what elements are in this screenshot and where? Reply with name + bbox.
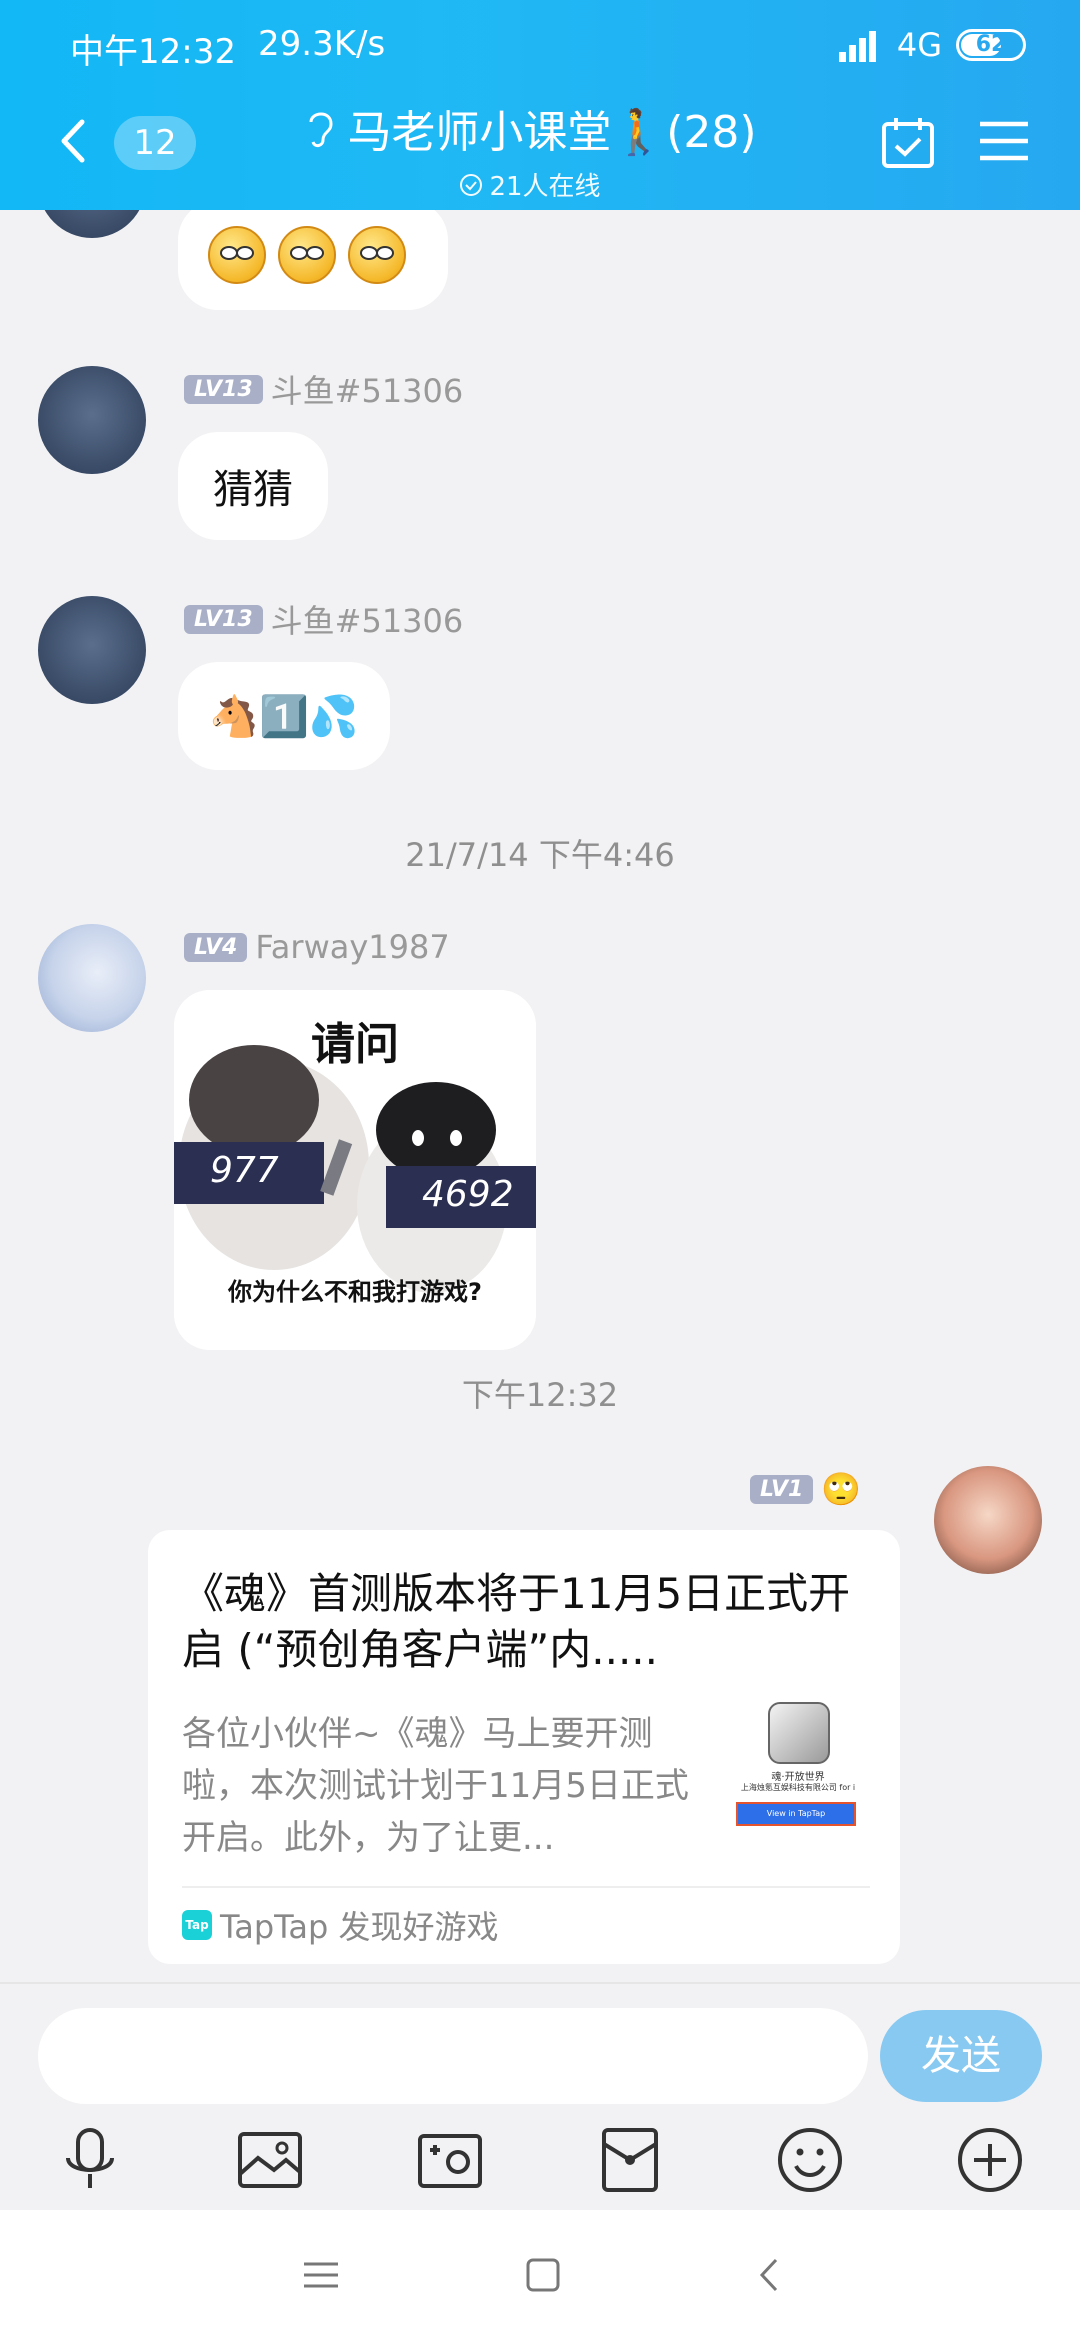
smile-emoji-icon: [278, 226, 336, 284]
message-input[interactable]: [38, 2008, 868, 2104]
sender-name[interactable]: Farway1987: [255, 928, 449, 966]
card-source: Tap TapTap 发现好游戏: [182, 1902, 499, 1948]
toolbar: [0, 2124, 1080, 2204]
chat-header: 中午12:32 29.3K/s 4G 62 12 马老师小课堂🚶(28) 21人…: [0, 0, 1080, 210]
sticker-top-text: 请问: [311, 1019, 399, 1070]
sender-meta: LV13 斗鱼#51306: [184, 366, 463, 412]
emoji-icon[interactable]: [774, 2124, 846, 2196]
status-right: 4G 62: [838, 26, 1026, 64]
sender-name[interactable]: 斗鱼#51306: [271, 366, 464, 412]
sender-avatar[interactable]: [38, 366, 146, 474]
calendar-check-icon[interactable]: [880, 114, 936, 170]
home-icon[interactable]: [518, 2250, 568, 2300]
network-label: 4G: [896, 26, 942, 64]
plus-icon[interactable]: [954, 2124, 1026, 2196]
online-check-icon: [460, 173, 483, 196]
sticker-right-number: 4692: [422, 1174, 514, 1215]
smile-emoji-icon: [208, 226, 266, 284]
sticker-image[interactable]: 请问 977 4692 你为什么不和我打游戏?: [174, 990, 536, 1350]
game-logo-image: [768, 1702, 830, 1764]
level-badge: LV13: [184, 604, 263, 634]
message-text: 🐴1️⃣💦: [209, 693, 359, 740]
level-badge: LV4: [184, 932, 248, 962]
send-button[interactable]: 发送: [880, 2010, 1042, 2102]
level-badge: LV1: [750, 1474, 814, 1504]
eye-roll-emoji-icon: 🙄: [821, 1470, 862, 1508]
sender-avatar[interactable]: [38, 924, 146, 1032]
sender-avatar[interactable]: [38, 210, 146, 238]
link-share-card[interactable]: 《魂》首测版本将于11月5日正式开启 (“预创角客户端”内..... 各位小伙伴…: [148, 1530, 900, 1964]
chat-title: 马老师小课堂🚶(28): [347, 107, 757, 158]
time-separator: 21/7/14 下午4:46: [405, 836, 675, 874]
card-description: 各位小伙伴~《魂》马上要开测啦，本次测试计划于11月5日正式开启。此外，为了让更…: [182, 1714, 689, 1858]
sender-name[interactable]: 斗鱼#51306: [271, 596, 464, 642]
online-count: 21人在线: [489, 172, 601, 202]
battery-icon: 62: [956, 29, 1026, 61]
card-title: 《魂》首测版本将于11月5日正式开启 (“预创角客户端”内.....: [182, 1569, 851, 1674]
message-list[interactable]: LV13 斗鱼#51306 猜猜 LV13 斗鱼#51306 🐴1️⃣💦 21/…: [0, 210, 1080, 1980]
back-icon[interactable]: [744, 2250, 794, 2300]
card-thumbnail: 魂·开放世界 上海烛氪互娱科技有限公司 for i View in TapTap: [728, 1702, 868, 1842]
chat-title-area[interactable]: 马老师小课堂🚶(28) 21人在线: [270, 96, 790, 203]
signal-icon: [838, 28, 883, 62]
menu-icon[interactable]: [978, 118, 1030, 164]
status-bar: 中午12:32 29.3K/s 4G 62: [0, 0, 1080, 90]
my-avatar[interactable]: [934, 1466, 1042, 1574]
level-badge: LV13: [184, 374, 263, 404]
recent-apps-icon[interactable]: [296, 2250, 346, 2300]
thumb-taptap-button: View in TapTap: [736, 1802, 856, 1826]
smile-emoji-icon: [348, 226, 406, 284]
sticker-left-number: 977: [210, 1150, 279, 1191]
thumb-text-2: 上海烛氪互娱科技有限公司 for i: [740, 1783, 856, 1792]
mic-icon[interactable]: [54, 2124, 126, 2196]
sender-meta: LV4 Farway1987: [184, 928, 450, 966]
sticker-caption: 你为什么不和我打游戏?: [228, 1278, 482, 1306]
message-bubble[interactable]: 🐴1️⃣💦: [178, 662, 390, 770]
message-text: 猜猜: [213, 467, 293, 513]
sender-meta: LV13 斗鱼#51306: [184, 596, 463, 642]
system-nav-bar: [0, 2210, 1080, 2340]
thumb-text-1: 魂·开放世界: [771, 1772, 825, 1783]
time-separator: 下午12:32: [461, 1376, 619, 1414]
input-bar: 发送: [0, 1982, 1080, 2210]
back-arrow-icon[interactable]: [54, 116, 94, 166]
camera-icon[interactable]: [414, 2124, 486, 2196]
taptap-logo-icon: Tap: [182, 1910, 212, 1940]
message-bubble-emoji[interactable]: [178, 210, 448, 310]
sender-avatar[interactable]: [38, 596, 146, 704]
message-bubble[interactable]: 猜猜: [178, 432, 328, 540]
battery-level: 62: [975, 32, 1007, 57]
ear-icon: [309, 112, 333, 148]
status-speed: 29.3K/s: [258, 24, 386, 64]
red-packet-icon[interactable]: [594, 2124, 666, 2196]
card-divider: [182, 1886, 870, 1888]
my-meta: LV1 🙄: [750, 1470, 861, 1508]
image-icon[interactable]: [234, 2124, 306, 2196]
status-time: 中午12:32: [70, 32, 236, 72]
card-source-text: TapTap 发现好游戏: [220, 1908, 499, 1946]
unread-count-badge[interactable]: 12: [114, 116, 196, 170]
